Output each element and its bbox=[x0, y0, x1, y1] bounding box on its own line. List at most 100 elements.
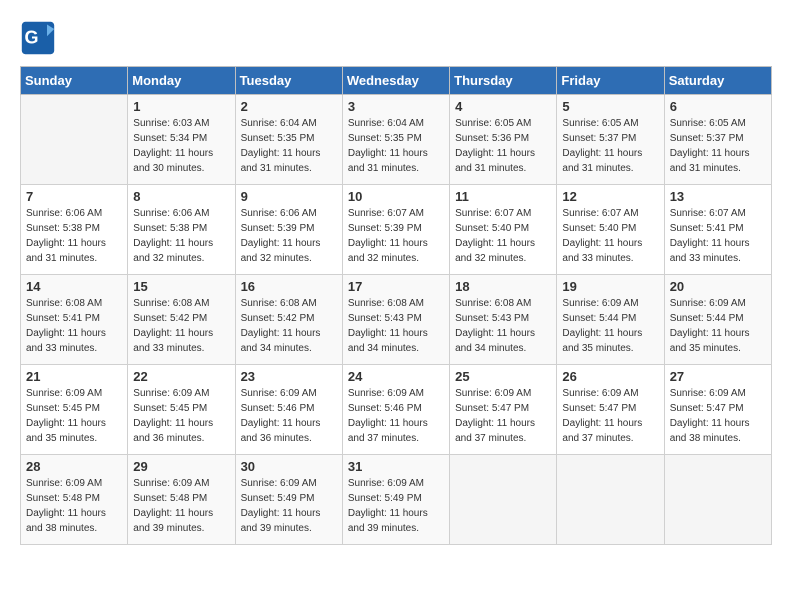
logo: G bbox=[20, 20, 60, 56]
day-info: Sunrise: 6:04 AMSunset: 5:35 PMDaylight:… bbox=[348, 116, 444, 176]
cell-2-3: 17Sunrise: 6:08 AMSunset: 5:43 PMDayligh… bbox=[342, 275, 449, 365]
day-number: 15 bbox=[133, 279, 229, 294]
week-row-1: 1Sunrise: 6:03 AMSunset: 5:34 PMDaylight… bbox=[21, 95, 772, 185]
cell-3-1: 22 Sunrise: 6:09 AMSunset: 5:45 PMDayligh… bbox=[128, 365, 235, 455]
day-number: 12 bbox=[562, 189, 658, 204]
day-number: 22 bbox=[133, 369, 229, 384]
cell-4-5 bbox=[557, 455, 664, 545]
day-info: Sunrise: 6:08 AMSunset: 5:42 PMDaylight:… bbox=[241, 296, 337, 356]
day-number: 7 bbox=[26, 189, 122, 204]
day-info: Sunrise: 6:06 AMSunset: 5:38 PMDaylight:… bbox=[133, 206, 229, 266]
day-info: Sunrise: 6:07 AMSunset: 5:39 PMDaylight:… bbox=[348, 206, 444, 266]
cell-1-1: 8 Sunrise: 6:06 AMSunset: 5:38 PMDaylight… bbox=[128, 185, 235, 275]
week-row-5: 28 Sunrise: 6:09 AMSunset: 5:48 PMDayligh… bbox=[21, 455, 772, 545]
day-info: Sunrise: 6:09 AMSunset: 5:47 PMDaylight:… bbox=[455, 386, 551, 446]
cell-2-4: 18 Sunrise: 6:08 AMSunset: 5:43 PMDayligh… bbox=[450, 275, 557, 365]
day-number: 9 bbox=[241, 189, 337, 204]
day-number: 11 bbox=[455, 189, 551, 204]
cell-2-6: 20 Sunrise: 6:09 AMSunset: 5:44 PMDayligh… bbox=[664, 275, 771, 365]
day-info: Sunrise: 6:09 AMSunset: 5:44 PMDaylight:… bbox=[562, 296, 658, 356]
cell-4-6 bbox=[664, 455, 771, 545]
cell-0-4: 4 Sunrise: 6:05 AMSunset: 5:36 PMDaylight… bbox=[450, 95, 557, 185]
day-number: 18 bbox=[455, 279, 551, 294]
day-info: Sunrise: 6:07 AMSunset: 5:41 PMDaylight:… bbox=[670, 206, 766, 266]
day-number: 25 bbox=[455, 369, 551, 384]
day-number: 3 bbox=[348, 99, 444, 114]
day-number: 5 bbox=[562, 99, 658, 114]
day-number: 2 bbox=[241, 99, 337, 114]
cell-1-3: 10 Sunrise: 6:07 AMSunset: 5:39 PMDayligh… bbox=[342, 185, 449, 275]
day-number: 13 bbox=[670, 189, 766, 204]
day-info: Sunrise: 6:05 AMSunset: 5:37 PMDaylight:… bbox=[670, 116, 766, 176]
day-info: Sunrise: 6:04 AMSunset: 5:35 PMDaylight:… bbox=[241, 116, 337, 176]
day-info: Sunrise: 6:09 AMSunset: 5:49 PMDaylight:… bbox=[348, 476, 444, 536]
header-sunday: Sunday bbox=[21, 67, 128, 95]
header-wednesday: Wednesday bbox=[342, 67, 449, 95]
cell-3-5: 26 Sunrise: 6:09 AMSunset: 5:47 PMDayligh… bbox=[557, 365, 664, 455]
cell-3-0: 21 Sunrise: 6:09 AMSunset: 5:45 PMDayligh… bbox=[21, 365, 128, 455]
day-info: Sunrise: 6:09 AMSunset: 5:49 PMDaylight:… bbox=[241, 476, 337, 536]
calendar-table: SundayMondayTuesdayWednesdayThursdayFrid… bbox=[20, 66, 772, 545]
day-info: Sunrise: 6:07 AMSunset: 5:40 PMDaylight:… bbox=[455, 206, 551, 266]
day-info: Sunrise: 6:08 AMSunset: 5:43 PMDaylight:… bbox=[348, 296, 444, 356]
day-info: Sunrise: 6:09 AMSunset: 5:48 PMDaylight:… bbox=[26, 476, 122, 536]
day-info: Sunrise: 6:08 AMSunset: 5:43 PMDaylight:… bbox=[455, 296, 551, 356]
header-monday: Monday bbox=[128, 67, 235, 95]
cell-0-5: 5 Sunrise: 6:05 AMSunset: 5:37 PMDaylight… bbox=[557, 95, 664, 185]
cell-2-1: 15 Sunrise: 6:08 AMSunset: 5:42 PMDayligh… bbox=[128, 275, 235, 365]
week-row-3: 14 Sunrise: 6:08 AMSunset: 5:41 PMDayligh… bbox=[21, 275, 772, 365]
day-number: 19 bbox=[562, 279, 658, 294]
day-number: 27 bbox=[670, 369, 766, 384]
day-info: Sunrise: 6:05 AMSunset: 5:37 PMDaylight:… bbox=[562, 116, 658, 176]
day-info: Sunrise: 6:09 AMSunset: 5:46 PMDaylight:… bbox=[348, 386, 444, 446]
week-row-4: 21 Sunrise: 6:09 AMSunset: 5:45 PMDayligh… bbox=[21, 365, 772, 455]
day-number: 26 bbox=[562, 369, 658, 384]
cell-2-2: 16Sunrise: 6:08 AMSunset: 5:42 PMDayligh… bbox=[235, 275, 342, 365]
day-number: 6 bbox=[670, 99, 766, 114]
cell-3-3: 24 Sunrise: 6:09 AMSunset: 5:46 PMDayligh… bbox=[342, 365, 449, 455]
day-info: Sunrise: 6:09 AMSunset: 5:44 PMDaylight:… bbox=[670, 296, 766, 356]
svg-text:G: G bbox=[25, 27, 39, 47]
day-number: 20 bbox=[670, 279, 766, 294]
day-number: 8 bbox=[133, 189, 229, 204]
day-number: 4 bbox=[455, 99, 551, 114]
day-info: Sunrise: 6:09 AMSunset: 5:47 PMDaylight:… bbox=[562, 386, 658, 446]
cell-4-3: 31Sunrise: 6:09 AMSunset: 5:49 PMDayligh… bbox=[342, 455, 449, 545]
cell-0-1: 1Sunrise: 6:03 AMSunset: 5:34 PMDaylight… bbox=[128, 95, 235, 185]
day-info: Sunrise: 6:07 AMSunset: 5:40 PMDaylight:… bbox=[562, 206, 658, 266]
cell-4-2: 30 Sunrise: 6:09 AMSunset: 5:49 PMDayligh… bbox=[235, 455, 342, 545]
cell-1-4: 11 Sunrise: 6:07 AMSunset: 5:40 PMDayligh… bbox=[450, 185, 557, 275]
cell-4-4 bbox=[450, 455, 557, 545]
day-info: Sunrise: 6:05 AMSunset: 5:36 PMDaylight:… bbox=[455, 116, 551, 176]
cell-0-2: 2 Sunrise: 6:04 AMSunset: 5:35 PMDaylight… bbox=[235, 95, 342, 185]
cell-1-2: 9 Sunrise: 6:06 AMSunset: 5:39 PMDaylight… bbox=[235, 185, 342, 275]
cell-4-1: 29Sunrise: 6:09 AMSunset: 5:48 PMDayligh… bbox=[128, 455, 235, 545]
cell-1-6: 13 Sunrise: 6:07 AMSunset: 5:41 PMDayligh… bbox=[664, 185, 771, 275]
day-info: Sunrise: 6:09 AMSunset: 5:46 PMDaylight:… bbox=[241, 386, 337, 446]
header-thursday: Thursday bbox=[450, 67, 557, 95]
header-tuesday: Tuesday bbox=[235, 67, 342, 95]
cell-3-4: 25 Sunrise: 6:09 AMSunset: 5:47 PMDayligh… bbox=[450, 365, 557, 455]
day-info: Sunrise: 6:08 AMSunset: 5:42 PMDaylight:… bbox=[133, 296, 229, 356]
cell-4-0: 28 Sunrise: 6:09 AMSunset: 5:48 PMDayligh… bbox=[21, 455, 128, 545]
day-number: 14 bbox=[26, 279, 122, 294]
day-info: Sunrise: 6:06 AMSunset: 5:39 PMDaylight:… bbox=[241, 206, 337, 266]
day-info: Sunrise: 6:06 AMSunset: 5:38 PMDaylight:… bbox=[26, 206, 122, 266]
cell-1-5: 12 Sunrise: 6:07 AMSunset: 5:40 PMDayligh… bbox=[557, 185, 664, 275]
day-number: 28 bbox=[26, 459, 122, 474]
day-number: 10 bbox=[348, 189, 444, 204]
day-info: Sunrise: 6:09 AMSunset: 5:45 PMDaylight:… bbox=[26, 386, 122, 446]
cell-2-5: 19 Sunrise: 6:09 AMSunset: 5:44 PMDayligh… bbox=[557, 275, 664, 365]
cell-2-0: 14 Sunrise: 6:08 AMSunset: 5:41 PMDayligh… bbox=[21, 275, 128, 365]
calendar-header-row: SundayMondayTuesdayWednesdayThursdayFrid… bbox=[21, 67, 772, 95]
logo-icon: G bbox=[20, 20, 56, 56]
day-info: Sunrise: 6:08 AMSunset: 5:41 PMDaylight:… bbox=[26, 296, 122, 356]
day-info: Sunrise: 6:09 AMSunset: 5:48 PMDaylight:… bbox=[133, 476, 229, 536]
cell-3-2: 23Sunrise: 6:09 AMSunset: 5:46 PMDayligh… bbox=[235, 365, 342, 455]
header: G bbox=[20, 20, 772, 56]
day-number: 30 bbox=[241, 459, 337, 474]
day-number: 21 bbox=[26, 369, 122, 384]
day-info: Sunrise: 6:09 AMSunset: 5:45 PMDaylight:… bbox=[133, 386, 229, 446]
day-number: 24 bbox=[348, 369, 444, 384]
day-info: Sunrise: 6:03 AMSunset: 5:34 PMDaylight:… bbox=[133, 116, 229, 176]
